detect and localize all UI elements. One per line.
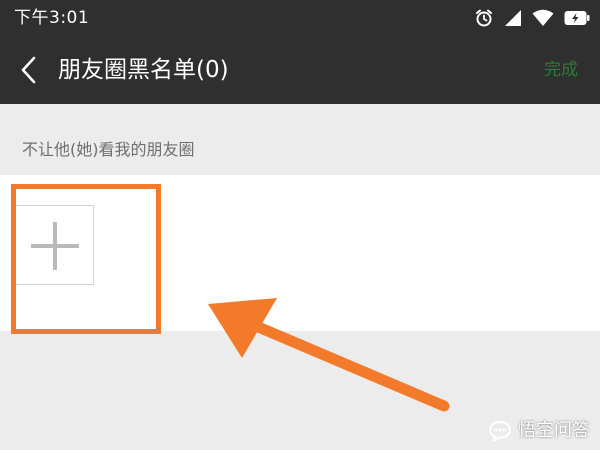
- done-button[interactable]: 完成: [544, 58, 578, 82]
- battery-charging-icon: [564, 11, 590, 25]
- status-bar: 下午3:01: [0, 0, 600, 36]
- status-time: 下午3:01: [14, 8, 90, 28]
- watermark-text: 悟空问答: [518, 420, 590, 441]
- section-hint: 不让他(她)看我的朋友圈: [22, 140, 195, 159]
- watermark: 悟空问答: [488, 420, 590, 442]
- status-icons: [474, 7, 590, 29]
- member-panel: [0, 175, 600, 331]
- wifi-icon: [532, 9, 554, 26]
- back-button[interactable]: [12, 53, 46, 87]
- chevron-left-icon: [21, 56, 36, 84]
- page-title: 朋友圈黑名单(0): [58, 57, 229, 83]
- nav-bar: 朋友圈黑名单(0) 完成: [0, 36, 600, 104]
- speech-bubble-icon: [488, 420, 512, 442]
- add-member-button[interactable]: [14, 205, 94, 285]
- signal-icon: [505, 10, 521, 26]
- alarm-icon: [476, 9, 492, 27]
- plus-icon: [31, 222, 79, 270]
